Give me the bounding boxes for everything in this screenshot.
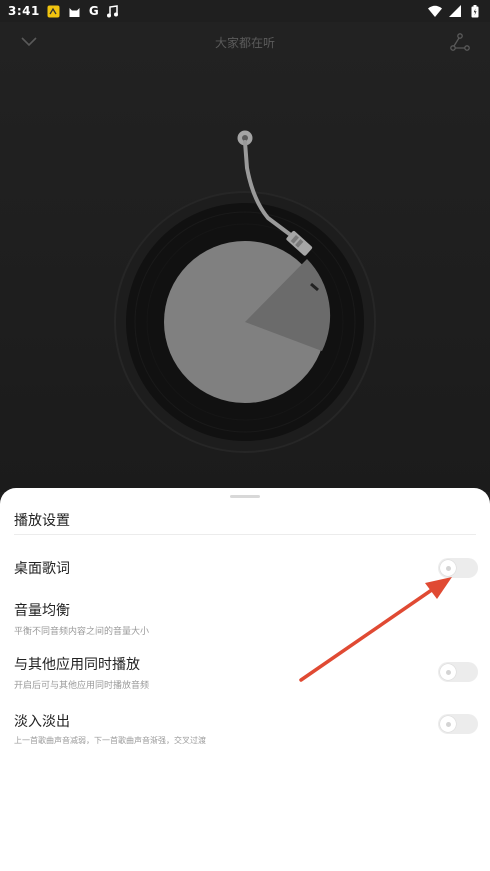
desktop-lyrics-toggle[interactable]: [438, 558, 478, 578]
music-note-icon: [106, 4, 120, 18]
play-settings-sheet: 播放设置 桌面歌词 音量均衡 平衡不同音频内容之间的音量大小 与其他应用同时播放…: [0, 488, 490, 871]
cat-icon: [68, 4, 82, 18]
setting-label: 淡入淡出: [14, 714, 70, 730]
signal-icon: [448, 4, 462, 18]
status-bar: 3:41 G: [0, 0, 490, 22]
setting-description: 平衡不同音频内容之间的音量大小: [14, 627, 150, 637]
setting-description: 开启后可与其他应用同时播放音频: [14, 681, 150, 691]
sheet-title: 播放设置: [14, 513, 70, 529]
battery-icon: [468, 4, 482, 18]
play-with-other-apps-toggle[interactable]: [438, 662, 478, 682]
g-icon: G: [88, 4, 99, 18]
setting-label: 音量均衡: [14, 603, 70, 619]
setting-label: 与其他应用同时播放: [14, 657, 140, 673]
sheet-handle[interactable]: [230, 495, 260, 498]
sheet-divider: [14, 534, 476, 535]
setting-description: 上一首歌曲声音减弱，下一首歌曲声音渐强，交叉过渡: [14, 736, 206, 745]
notification-icon: [47, 4, 61, 18]
fade-in-out-toggle[interactable]: [438, 714, 478, 734]
setting-label: 桌面歌词: [14, 561, 70, 577]
wifi-icon: [428, 4, 442, 18]
setting-desktop-lyrics[interactable]: 桌面歌词: [14, 558, 478, 582]
setting-volume-balance[interactable]: 音量均衡 平衡不同音频内容之间的音量大小: [14, 600, 478, 637]
setting-fade-in-out[interactable]: 淡入淡出 上一首歌曲声音减弱，下一首歌曲声音渐强，交叉过渡: [14, 711, 478, 745]
setting-play-with-other-apps[interactable]: 与其他应用同时播放 开启后可与其他应用同时播放音频: [14, 654, 478, 691]
status-time: 3:41: [8, 4, 40, 18]
turntable: [114, 130, 376, 453]
player-area: 大家都在听: [0, 22, 490, 492]
